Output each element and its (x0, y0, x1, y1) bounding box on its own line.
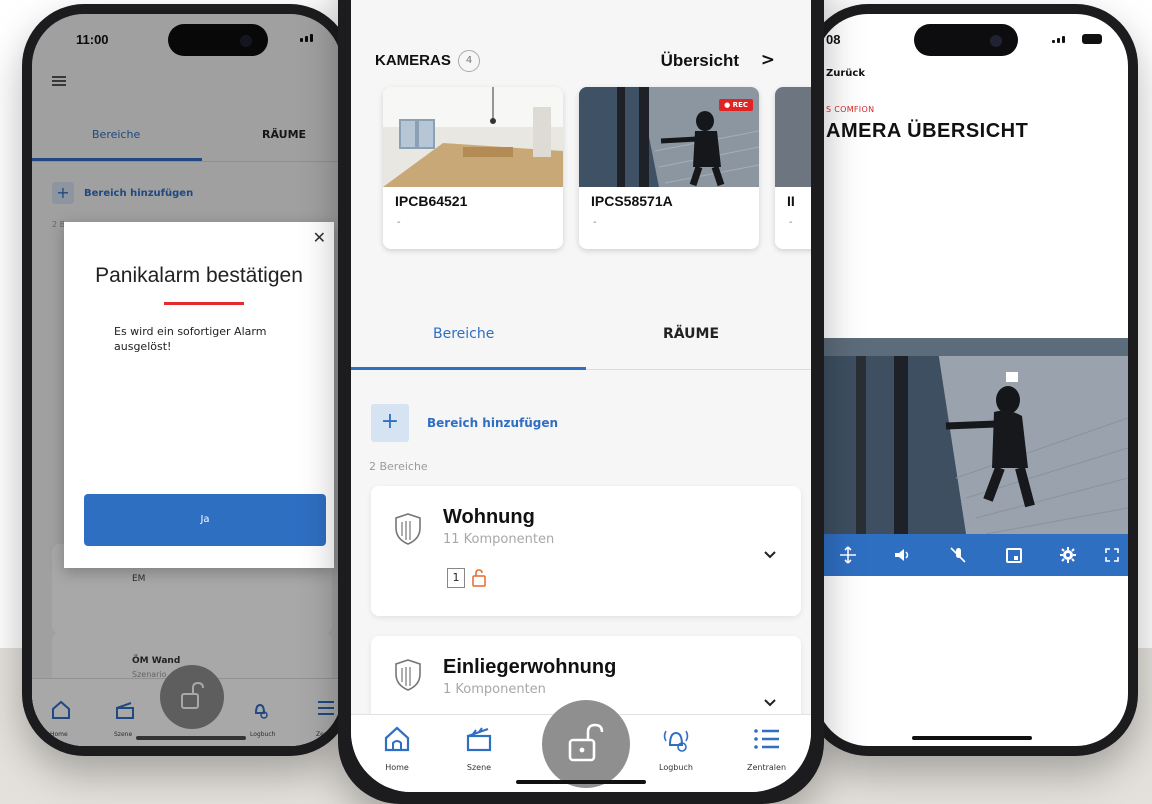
nav-szene[interactable]: Szene (463, 723, 495, 772)
alarm-bell-icon (663, 730, 689, 752)
left-phone: 11:00 Bereiche RÄUME + Bereich hinzufüge… (22, 4, 352, 756)
panic-alarm-dialog: ✕ Panikalarm bestätigen Es wird ein sofo… (64, 222, 334, 568)
camera-thumbnail (383, 87, 563, 187)
camera-name: IPCS58571A (591, 193, 673, 209)
unlock-icon (472, 569, 486, 587)
active-tab-underline (351, 367, 586, 370)
list-icon (753, 729, 779, 749)
video-controls-bar (816, 534, 1128, 576)
page-title: AMERA ÜBERSICHT (826, 120, 1029, 142)
move-icon[interactable] (838, 545, 858, 565)
chevron-down-icon[interactable] (763, 698, 777, 708)
cameras-title: KAMERAS (375, 52, 451, 69)
camera-status: - (789, 217, 793, 228)
title-underline (164, 302, 244, 305)
unlock-button[interactable] (542, 700, 630, 788)
calendar-icon[interactable] (1004, 545, 1024, 565)
shield-icon (395, 659, 421, 691)
camera-frame-image (816, 338, 1128, 534)
clapperboard-icon (466, 727, 492, 752)
area-badge: 1 (447, 568, 465, 588)
nav-label: Home (385, 763, 409, 772)
status-time: 08 (826, 32, 841, 47)
dialog-message: Es wird ein sofortiger Alarm ausgelöst! (114, 325, 267, 353)
dynamic-island (914, 24, 1018, 56)
settings-icon[interactable] (1058, 545, 1078, 565)
signal-icon (1052, 36, 1065, 43)
nav-label: Logbuch (659, 763, 693, 772)
cameras-count-badge: 4 (458, 50, 480, 72)
confirm-button[interactable]: Ja (84, 494, 326, 546)
home-icon (384, 726, 410, 752)
camera-live-video[interactable] (816, 338, 1128, 534)
tab-raume[interactable]: RÄUME (663, 326, 719, 342)
back-link[interactable]: Zurück (826, 68, 865, 79)
camera-card[interactable]: IPCB64521 - (383, 87, 563, 249)
tab-bar: Bereiche RÄUME (351, 316, 811, 370)
nav-home[interactable]: Home (381, 723, 413, 772)
area-subtitle: 1 Komponenten (443, 682, 546, 697)
camera-status: - (397, 217, 401, 228)
home-indicator (912, 736, 1032, 740)
unlock-icon (568, 723, 604, 762)
recording-badge: ● REC (719, 99, 753, 111)
nav-label: Szene (466, 763, 492, 772)
chevron-down-icon[interactable] (763, 550, 777, 560)
nav-zentralen[interactable]: Zentralen (747, 723, 786, 772)
shield-icon (395, 513, 421, 545)
camera-name: II (787, 193, 795, 209)
area-card[interactable]: Wohnung 11 Komponenten 1 (371, 486, 801, 616)
volume-icon[interactable] (892, 545, 912, 565)
area-title: Wohnung (443, 506, 535, 528)
home-indicator (516, 780, 646, 784)
area-count: 2 Bereiche (369, 460, 428, 473)
nav-label: Zentralen (747, 763, 787, 772)
overview-link[interactable]: Übersicht (661, 51, 739, 71)
plus-icon: + (371, 404, 409, 442)
dialog-title: Panikalarm bestätigen (95, 264, 303, 287)
right-phone: 08 Zurück S COMFION AMERA ÜBERSICHT (806, 4, 1138, 756)
center-screen: KAMERAS 4 Übersicht > IPCB64521 - ● REC … (351, 0, 811, 792)
mic-off-icon[interactable] (948, 545, 968, 565)
fullscreen-icon[interactable] (1102, 545, 1122, 565)
left-screen: 11:00 Bereiche RÄUME + Bereich hinzufüge… (32, 14, 342, 746)
camera-card[interactable]: ● REC IPCS58571A - (579, 87, 759, 249)
home-indicator (136, 736, 246, 740)
camera-thumbnail (775, 87, 811, 187)
camera-name: IPCB64521 (395, 193, 468, 209)
camera-card[interactable]: II - (775, 87, 811, 249)
chevron-right-icon[interactable]: > (761, 50, 775, 70)
center-phone: KAMERAS 4 Übersicht > IPCB64521 - ● REC … (338, 0, 824, 804)
brand-label: S COMFION (826, 105, 875, 114)
nav-logbuch[interactable]: Logbuch (659, 723, 693, 772)
close-icon[interactable]: ✕ (313, 230, 326, 246)
battery-icon (1082, 34, 1102, 44)
camera-status: - (593, 217, 597, 228)
right-screen: 08 Zurück S COMFION AMERA ÜBERSICHT (816, 14, 1128, 746)
add-area-button[interactable]: + Bereich hinzufügen (371, 404, 558, 442)
area-title: Einliegerwohnung (443, 656, 617, 678)
area-subtitle: 11 Komponenten (443, 532, 555, 547)
add-area-label: Bereich hinzufügen (427, 416, 559, 430)
cameras-header: KAMERAS 4 Übersicht > (375, 46, 787, 76)
tab-bereiche[interactable]: Bereiche (433, 326, 494, 342)
